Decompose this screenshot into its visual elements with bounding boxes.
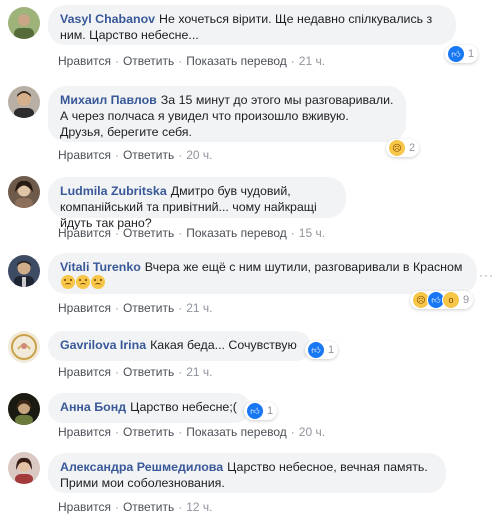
translate-button[interactable]: Показать перевод (186, 226, 287, 240)
comment-time[interactable]: 21 ч. (186, 301, 212, 315)
like-icon: 👍︎ (307, 341, 325, 359)
like-icon: 👍︎ (246, 402, 264, 420)
sad-icon: ☹︎ (388, 139, 406, 157)
comment-author[interactable]: Gavrilova Irina (60, 338, 146, 352)
translate-button[interactable]: Показать перевод (186, 425, 287, 439)
sad-emoji (61, 275, 75, 289)
avatar[interactable] (8, 331, 40, 363)
like-button[interactable]: Нравится (58, 54, 111, 68)
reply-button[interactable]: Ответить (123, 301, 174, 315)
comment-thread: Vasyl Chabanov Не хочеться вірити. Ще нед… (0, 0, 500, 519)
comment-bubble: Ludmila Zubritska Дмитро був чудовий, ком… (48, 177, 346, 230)
comment-time[interactable]: 20 ч. (186, 148, 212, 162)
comment-author[interactable]: Vitali Turenko (60, 260, 141, 274)
wow-icon: o (442, 291, 460, 309)
avatar[interactable] (8, 86, 40, 118)
like-icon: 👍︎ (447, 45, 465, 63)
reply-button[interactable]: Ответить (123, 148, 174, 162)
comment-text: Вчера же ещё с ним шутили, разговаривали… (144, 260, 463, 274)
avatar[interactable] (8, 452, 40, 484)
like-button[interactable]: Нравится (58, 226, 111, 240)
sad-emoji (76, 275, 90, 289)
comment-actions: Нравится · Ответить · Показать перевод · 21 ч. (58, 54, 326, 68)
avatar[interactable] (8, 393, 40, 425)
like-button[interactable]: Нравится (58, 301, 111, 315)
comment-text: Царство небесне;( (130, 400, 237, 414)
like-button[interactable]: Нравится (58, 500, 111, 514)
reaction-summary[interactable]: ☹︎ 2 (386, 139, 420, 157)
reaction-summary[interactable]: 👍︎ 1 (244, 402, 278, 420)
comment-text: Какая беда... Сочувствую (150, 338, 297, 352)
reaction-summary[interactable]: 👍︎ 1 (305, 341, 339, 359)
comment-actions: Нравится · Ответить · Показать перевод · 15 ч. (58, 226, 326, 240)
comment-actions: Нравится · Ответить · 21 ч. (58, 365, 213, 379)
translate-button[interactable]: Показать перевод (186, 54, 287, 68)
reply-button[interactable]: Ответить (123, 54, 174, 68)
avatar[interactable] (8, 176, 40, 208)
comment-bubble: Александра Решмедилова Царство небесное, … (48, 453, 446, 493)
comment-actions: Нравится · Ответить · 21 ч. (58, 301, 213, 315)
comment-author[interactable]: Михаил Павлов (60, 93, 157, 107)
comment-author[interactable]: Ludmila Zubritska (60, 184, 167, 198)
reaction-summary[interactable]: ☹︎ 👍︎ o 9 (410, 291, 474, 309)
comment-bubble: Анна Бонд Царство небесне;( (48, 393, 250, 423)
sad-emoji (91, 275, 105, 289)
comment-time[interactable]: 12 ч. (186, 500, 212, 514)
avatar[interactable] (8, 255, 40, 287)
comment-time[interactable]: 15 ч. (299, 226, 325, 240)
comment-time[interactable]: 21 ч. (186, 365, 212, 379)
like-button[interactable]: Нравится (58, 425, 111, 439)
comment-time[interactable]: 20 ч. (299, 425, 325, 439)
comment-time[interactable]: 21 ч. (299, 54, 325, 68)
more-options-icon[interactable]: ··· (479, 268, 494, 282)
comment-actions: Нравится · Ответить · 20 ч. (58, 148, 213, 162)
reply-button[interactable]: Ответить (123, 365, 174, 379)
reply-button[interactable]: Ответить (123, 425, 174, 439)
like-button[interactable]: Нравится (58, 148, 111, 162)
comment-bubble: Vitali Turenko Вчера же ещё с ним шутили,… (48, 253, 477, 294)
comment-bubble: Vasyl Chabanov Не хочеться вірити. Ще нед… (48, 5, 456, 45)
like-button[interactable]: Нравится (58, 365, 111, 379)
comment-author[interactable]: Vasyl Chabanov (60, 12, 155, 26)
reply-button[interactable]: Ответить (123, 500, 174, 514)
reply-button[interactable]: Ответить (123, 226, 174, 240)
comment-author[interactable]: Александра Решмедилова (60, 460, 223, 474)
reaction-summary[interactable]: 👍︎ 1 (445, 45, 479, 63)
comment-author[interactable]: Анна Бонд (60, 400, 126, 414)
avatar[interactable] (8, 7, 40, 39)
comment-actions: Нравится · Ответить · Показать перевод · 20 ч. (58, 425, 326, 439)
comment-bubble: Михаил Павлов За 15 минут до этого мы раз… (48, 86, 406, 142)
comment-actions: Нравится · Ответить · 12 ч. (58, 500, 213, 514)
comment-bubble: Gavrilova Irina Какая беда... Сочувствую (48, 331, 311, 361)
